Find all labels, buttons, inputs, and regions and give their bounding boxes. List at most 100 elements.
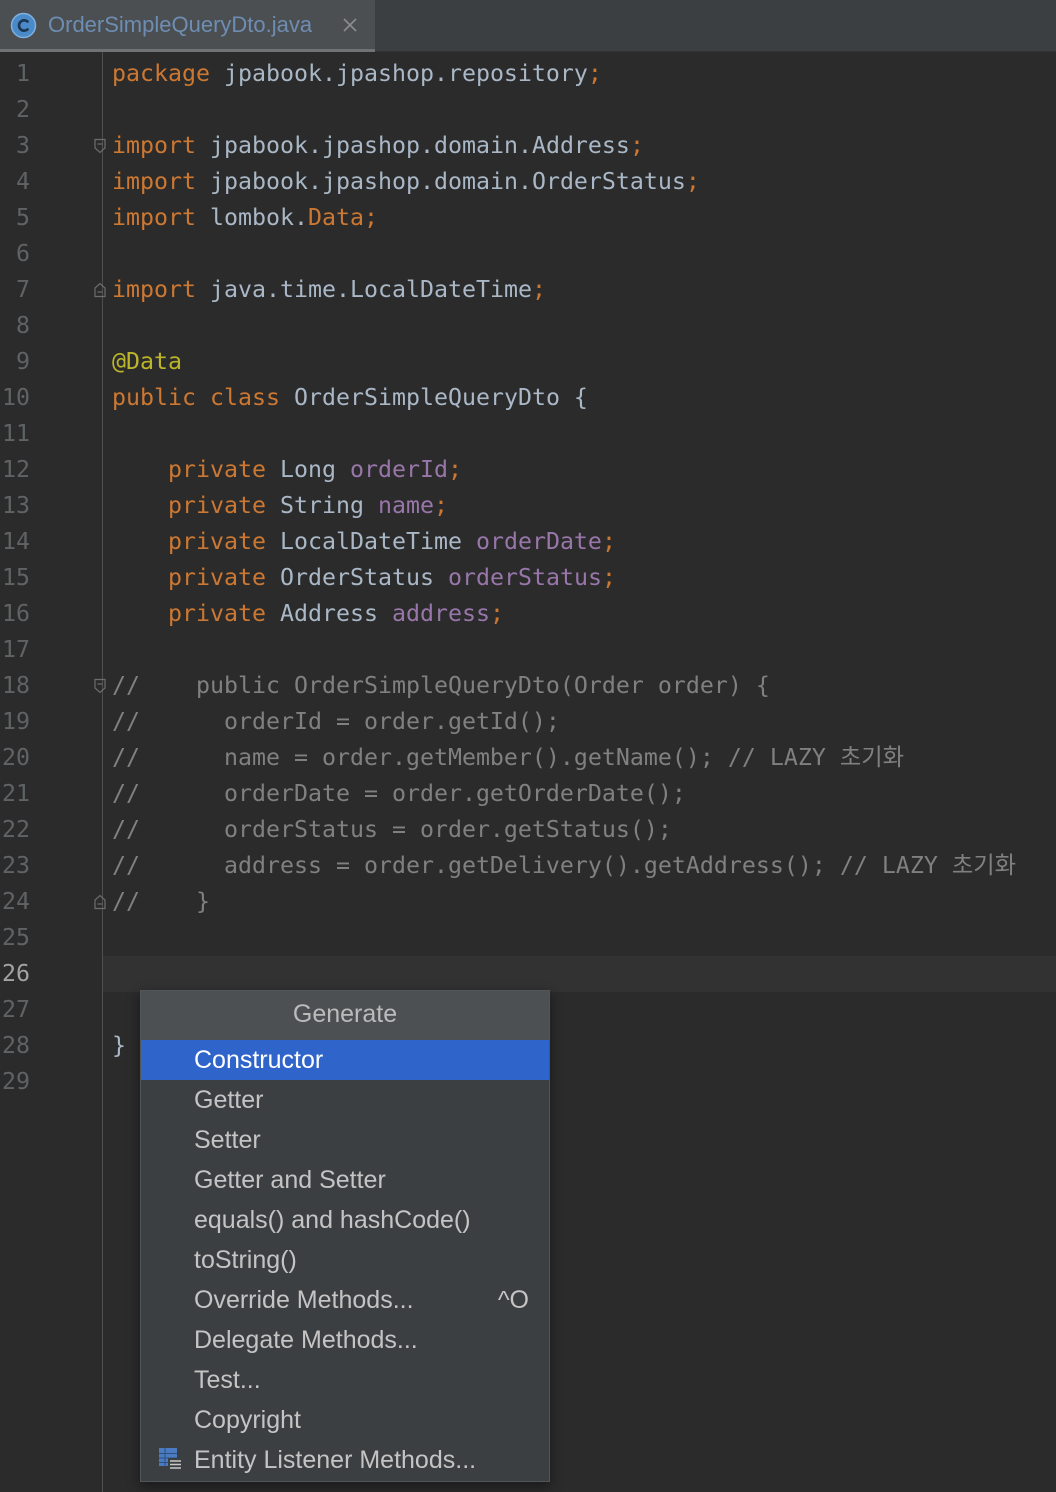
line-number[interactable]: 19 [0,704,30,740]
type-token: LocalDateTime [265,528,476,555]
line-number[interactable]: 9 [0,344,30,380]
keyword-token: private [112,492,266,519]
line-number[interactable]: 5 [0,200,30,236]
menu-item-constructor[interactable]: Constructor [141,1040,549,1080]
fold-end-icon[interactable] [94,282,106,298]
line-number[interactable]: 18 [0,668,30,704]
code-text: import jpabook.jpashop.domain.Address; [112,128,644,164]
line-number[interactable]: 27 [0,992,30,1028]
code-text: // orderStatus = order.getStatus(); [112,812,672,848]
code-line[interactable]: 1 package jpabook.jpashop.repository; [0,56,1056,92]
fold-end-icon[interactable] [94,894,106,910]
line-number[interactable]: 4 [0,164,30,200]
menu-item-override-methods[interactable]: Override Methods... ^O [141,1280,549,1320]
code-line[interactable]: 22 // orderStatus = order.getStatus(); [0,812,1056,848]
menu-item-label: Override Methods... [194,1286,414,1314]
code-line[interactable]: 13 private String name; [0,488,1056,524]
menu-item-test[interactable]: Test... [141,1360,549,1400]
line-number[interactable]: 7 [0,272,30,308]
line-number[interactable]: 22 [0,812,30,848]
menu-item-equals-hashcode[interactable]: equals() and hashCode() [141,1200,549,1240]
code-text: // } [112,884,210,920]
code-text: import java.time.LocalDateTime; [112,272,546,308]
line-number[interactable]: 2 [0,92,30,128]
line-number[interactable]: 25 [0,920,30,956]
code-line[interactable]: 18 // public OrderSimpleQueryDto(Order or… [0,668,1056,704]
code-line[interactable]: 24 // } [0,884,1056,920]
line-number[interactable]: 14 [0,524,30,560]
code-line[interactable]: 2 [0,92,1056,128]
identifier-token: jpabook.jpashop.domain.OrderStatus [196,168,686,195]
code-text: private String name; [112,488,448,524]
menu-item-delegate-methods[interactable]: Delegate Methods... [141,1320,549,1360]
keyword-token: import [112,276,196,303]
code-line[interactable]: 20 // name = order.getMember().getName();… [0,740,1056,776]
menu-item-tostring[interactable]: toString() [141,1240,549,1280]
comment-token: // address = order.getDelivery().getAddr… [112,852,1017,879]
code-line[interactable]: 23 // address = order.getDelivery().getAd… [0,848,1056,884]
keyboard-shortcut: ^O [497,1286,529,1314]
code-lines: 1 package jpabook.jpashop.repository; 2 3… [0,56,1056,1100]
keyword-token: import [112,204,196,231]
current-line-number[interactable]: 26 [0,956,30,992]
line-number[interactable]: 16 [0,596,30,632]
code-line[interactable]: 8 [0,308,1056,344]
menu-item-copyright[interactable]: Copyright [141,1400,549,1440]
code-line[interactable]: 16 private Address address; [0,596,1056,632]
code-line[interactable]: 15 private OrderStatus orderStatus; [0,560,1056,596]
line-number[interactable]: 29 [0,1064,30,1100]
code-line[interactable]: 10 public class OrderSimpleQueryDto { [0,380,1056,416]
comment-token: // orderId = order.getId(); [112,708,560,735]
line-number[interactable]: 11 [0,416,30,452]
line-number[interactable]: 24 [0,884,30,920]
code-line[interactable]: 21 // orderDate = order.getOrderDate(); [0,776,1056,812]
line-number[interactable]: 17 [0,632,30,668]
menu-item-getter[interactable]: Getter [141,1080,549,1120]
line-number[interactable]: 13 [0,488,30,524]
close-icon[interactable] [342,17,358,33]
line-number[interactable]: 10 [0,380,30,416]
code-line[interactable]: 9 @Data [0,344,1056,380]
keyword-token: private [112,528,266,555]
code-text: package jpabook.jpashop.repository; [112,56,602,92]
code-line[interactable]: 19 // orderId = order.getId(); [0,704,1056,740]
keyword-token: import [112,168,196,195]
unresolved-class-token: Data; [307,204,378,231]
code-line[interactable]: 4 import jpabook.jpashop.domain.OrderStat… [0,164,1056,200]
line-number[interactable]: 12 [0,452,30,488]
line-number[interactable]: 28 [0,1028,30,1064]
menu-item-getter-and-setter[interactable]: Getter and Setter [141,1160,549,1200]
fold-collapse-icon[interactable] [94,138,106,154]
code-line[interactable]: 12 private Long orderId; [0,452,1056,488]
field-token: address [391,600,490,627]
code-line[interactable]: 17 [0,632,1056,668]
menu-item-setter[interactable]: Setter [141,1120,549,1160]
current-code-line[interactable]: 26 [0,956,1056,992]
java-class-icon [10,12,37,39]
keyword-token: private [112,456,266,483]
comment-token: // orderDate = order.getOrderDate(); [112,780,686,807]
line-number[interactable]: 15 [0,560,30,596]
code-line[interactable]: 11 [0,416,1056,452]
code-line[interactable]: 6 [0,236,1056,272]
file-tab[interactable]: OrderSimpleQueryDto.java [0,0,375,52]
line-number[interactable]: 6 [0,236,30,272]
punctuation-token: ; [531,276,546,303]
menu-item-entity-listener-methods[interactable]: Entity Listener Methods... [141,1440,549,1480]
line-number[interactable]: 1 [0,56,30,92]
line-number[interactable]: 21 [0,776,30,812]
identifier-token: lombok. [196,204,308,231]
closing-brace-token: } [112,1032,126,1059]
code-line[interactable]: 3 import jpabook.jpashop.domain.Address; [0,128,1056,164]
line-number[interactable]: 20 [0,740,30,776]
line-number[interactable]: 8 [0,308,30,344]
editor-tab-bar: OrderSimpleQueryDto.java [0,0,1056,52]
code-line[interactable]: 5 import lombok. Data; [0,200,1056,236]
code-line[interactable]: 14 private LocalDateTime orderDate; [0,524,1056,560]
code-line[interactable]: 25 [0,920,1056,956]
punctuation-token: ; [601,564,616,591]
line-number[interactable]: 23 [0,848,30,884]
code-line[interactable]: 7 import java.time.LocalDateTime; [0,272,1056,308]
fold-collapse-icon[interactable] [94,678,106,694]
line-number[interactable]: 3 [0,128,30,164]
